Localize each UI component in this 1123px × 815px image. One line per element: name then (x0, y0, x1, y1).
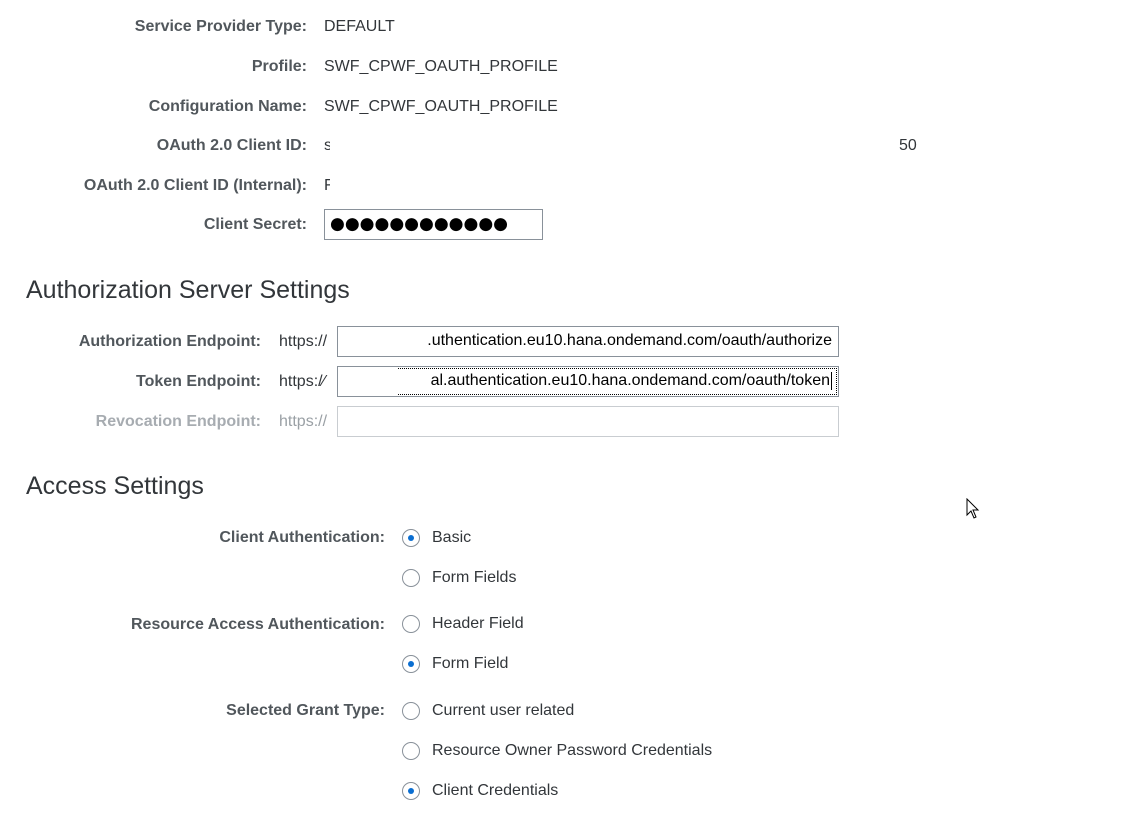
redaction-mask (339, 328, 394, 356)
grant-type-resource-owner-radio[interactable] (402, 742, 420, 760)
client-id-internal-value-start: F (324, 177, 330, 194)
client-secret-input[interactable]: ●●●●●●●●●●●● (324, 209, 543, 240)
authorization-endpoint-input[interactable]: .uthentication.eu10.hana.ondemand.com/oa… (337, 326, 839, 357)
token-endpoint-label: Token Endpoint: (135, 373, 261, 390)
profile-label: Profile: (251, 58, 307, 75)
resource-access-header-field-label[interactable]: Header Field (432, 614, 524, 634)
grant-type-resource-owner-label[interactable]: Resource Owner Password Credentials (432, 741, 712, 761)
client-authentication-label: Client Authentication: (219, 529, 385, 546)
service-provider-type-label: Service Provider Type: (134, 18, 307, 35)
client-secret-label: Client Secret: (203, 216, 307, 233)
client-authentication-basic-label[interactable]: Basic (432, 528, 471, 548)
grant-type-current-user-radio[interactable] (402, 702, 420, 720)
text-caret (831, 371, 832, 390)
resource-access-header-field-radio[interactable] (402, 615, 420, 633)
resource-access-authentication-label: Resource Access Authentication: (131, 616, 385, 633)
client-authentication-form-fields-label[interactable]: Form Fields (432, 568, 516, 588)
revocation-endpoint-prefix: https:// (279, 413, 328, 430)
profile-value: SWF_CPWF_OAUTH_PROFILE (324, 58, 558, 75)
client-id-value-end: 50 (899, 137, 917, 154)
authorization-endpoint-value: .uthentication.eu10.hana.ondemand.com/oa… (427, 332, 832, 349)
mouse-cursor-icon (966, 498, 980, 519)
client-id-value-start: s (324, 137, 330, 154)
selected-grant-type-label: Selected Grant Type: (226, 702, 385, 719)
client-authentication-form-fields-radio[interactable] (402, 569, 420, 587)
resource-access-form-field-radio[interactable] (402, 655, 420, 673)
revocation-endpoint-input[interactable] (337, 406, 839, 437)
revocation-endpoint-label: Revocation Endpoint: (95, 413, 261, 430)
client-id-internal-label: OAuth 2.0 Client ID (Internal): (83, 177, 307, 194)
client-authentication-basic-radio[interactable] (402, 529, 420, 547)
authorization-endpoint-label: Authorization Endpoint: (78, 333, 261, 350)
token-endpoint-value: al.authentication.eu10.hana.ondemand.com… (430, 372, 830, 389)
client-id-label: OAuth 2.0 Client ID: (156, 137, 307, 154)
access-settings-title: Access Settings (26, 472, 204, 500)
configuration-name-label: Configuration Name: (148, 98, 307, 115)
redaction-mask (339, 368, 397, 396)
token-endpoint-input[interactable]: al.authentication.eu10.hana.ondemand.com… (337, 366, 839, 397)
service-provider-type-value: DEFAULT (324, 18, 395, 35)
token-endpoint-prefix: https:/⁄ (279, 373, 326, 390)
grant-type-current-user-label[interactable]: Current user related (432, 701, 574, 721)
authorization-server-settings-title: Authorization Server Settings (26, 276, 350, 304)
grant-type-client-credentials-label[interactable]: Client Credentials (432, 781, 558, 801)
authorization-endpoint-prefix: https:// (279, 333, 328, 350)
resource-access-form-field-label[interactable]: Form Field (432, 654, 508, 674)
configuration-name-value: SWF_CPWF_OAUTH_PROFILE (324, 98, 558, 115)
grant-type-client-credentials-radio[interactable] (402, 782, 420, 800)
